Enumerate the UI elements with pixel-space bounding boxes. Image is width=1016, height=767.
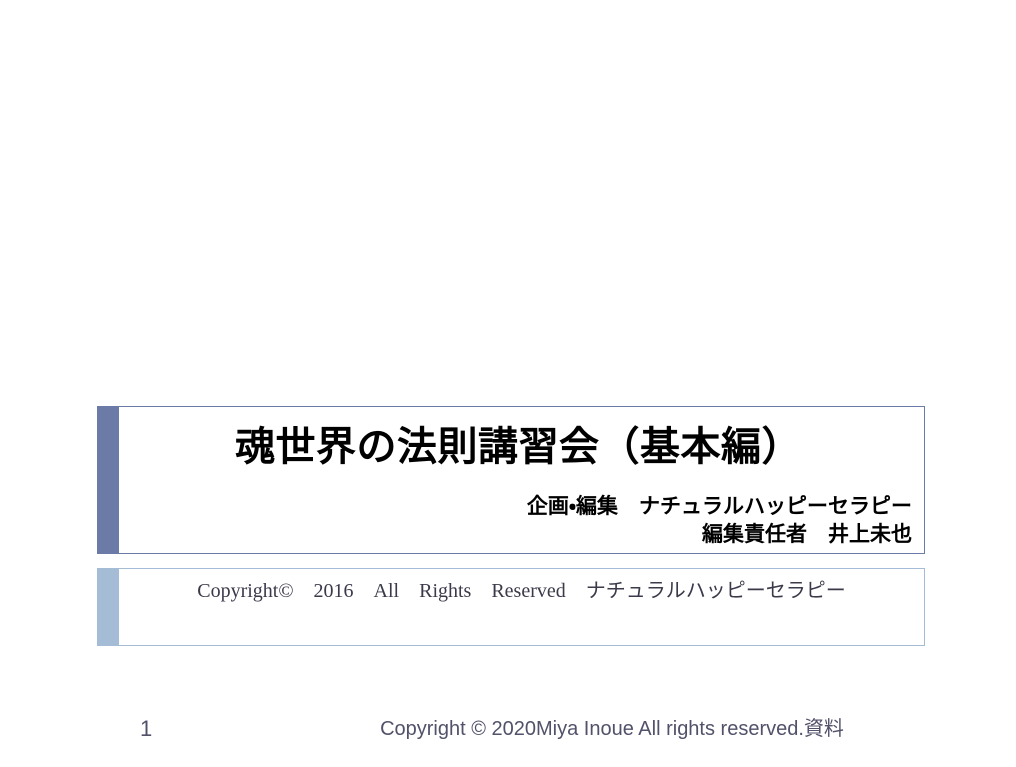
copyright-body: Copyright© 2016 All Rights Reserved ナチュラ…	[119, 568, 925, 646]
slide-title: 魂世界の法則講習会（基本編）	[235, 424, 802, 469]
slide-subtitle-line-1: 企画・編集 ナチュラルハッピーセラピー	[526, 495, 912, 518]
copyright-notice: Copyright© 2016 All Rights Reserved ナチュラ…	[197, 580, 846, 602]
slide-footer: 1 Copyright © 2020Miya Inoue All rights …	[0, 714, 1016, 754]
footer-copyright: Copyright © 2020Miya Inoue All rights re…	[380, 718, 844, 740]
slide-canvas: 魂世界の法則講習会（基本編） 企画・編集 ナチュラルハッピーセラピー 編集責任者…	[0, 0, 1016, 767]
title-accent-bar	[97, 406, 119, 554]
slide-subtitle-group: 企画・編集 ナチュラルハッピーセラピー 編集責任者 井上未也	[119, 493, 912, 548]
copyright-accent-bar	[97, 568, 119, 646]
title-body: 魂世界の法則講習会（基本編） 企画・編集 ナチュラルハッピーセラピー 編集責任者…	[119, 406, 925, 554]
title-block: 魂世界の法則講習会（基本編） 企画・編集 ナチュラルハッピーセラピー 編集責任者…	[97, 406, 925, 554]
slide-subtitle-line-2: 編集責任者 井上未也	[702, 522, 912, 546]
copyright-block: Copyright© 2016 All Rights Reserved ナチュラ…	[97, 568, 925, 646]
